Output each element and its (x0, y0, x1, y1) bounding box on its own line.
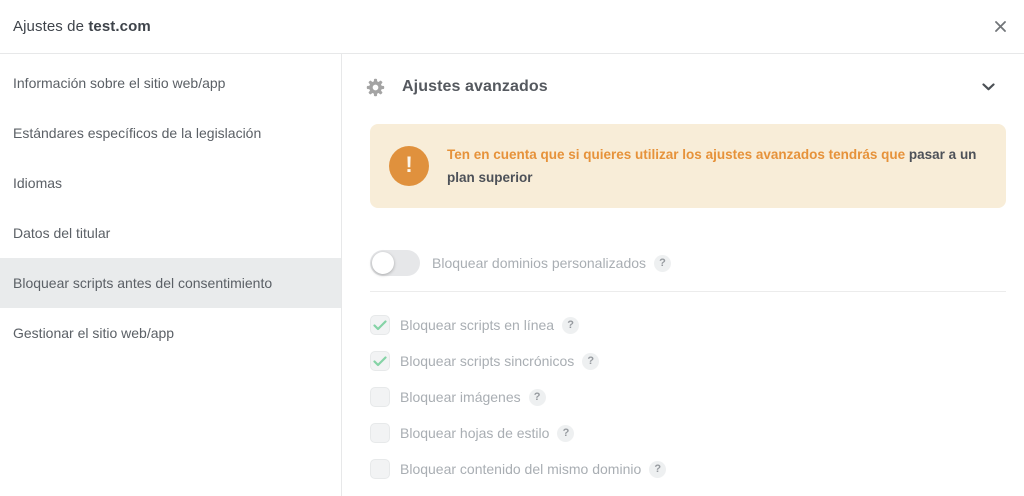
close-icon (995, 21, 1006, 32)
warning-text-highlight: Ten en cuenta que si quieres utilizar lo… (447, 147, 905, 162)
sidebar-item[interactable]: Gestionar el sitio web/app (0, 308, 341, 358)
checkbox-unchecked-icon[interactable] (370, 423, 390, 443)
sidebar-item[interactable]: Bloquear scripts antes del consentimient… (0, 258, 341, 308)
settings-modal: Ajustes de test.com Información sobre el… (0, 0, 1024, 496)
chevron-down-icon (982, 83, 995, 91)
help-badge-icon[interactable]: ? (649, 461, 666, 478)
gear-icon (366, 78, 385, 97)
help-badge-icon[interactable]: ? (529, 389, 546, 406)
help-badge-icon[interactable]: ? (562, 317, 579, 334)
checkbox-label: Bloquear scripts en línea (400, 317, 554, 333)
checkbox-label: Bloquear imágenes (400, 389, 521, 405)
sidebar-item[interactable]: Idiomas (0, 158, 341, 208)
checkbox-row: Bloquear scripts en línea? (370, 315, 1006, 335)
section-header[interactable]: Ajustes avanzados (366, 54, 1006, 104)
checkbox-label: Bloquear hojas de estilo (400, 425, 549, 441)
collapse-section-button[interactable] (980, 79, 996, 95)
close-button[interactable] (990, 17, 1010, 37)
modal-body: Información sobre el sitio web/appEstánd… (0, 54, 1024, 496)
checkbox-row: Bloquear contenido del mismo dominio? (370, 459, 1006, 479)
help-badge-icon[interactable]: ? (557, 425, 574, 442)
modal-header: Ajustes de test.com (0, 0, 1024, 54)
checkbox-label: Bloquear contenido del mismo dominio (400, 461, 641, 477)
main-panel: Ajustes avanzados ! Ten en cuenta que si… (342, 54, 1024, 496)
checkbox-unchecked-icon[interactable] (370, 387, 390, 407)
warning-icon: ! (389, 146, 429, 186)
warning-text: Ten en cuenta que si quieres utilizar lo… (447, 143, 982, 189)
checkbox-unchecked-icon[interactable] (370, 459, 390, 479)
upgrade-warning-banner: ! Ten en cuenta que si quieres utilizar … (370, 124, 1006, 208)
custom-domains-row: Bloquear dominios personalizados ? (370, 250, 1006, 276)
checkbox-checked-icon[interactable] (370, 351, 390, 371)
checkbox-row: Bloquear imágenes? (370, 387, 1006, 407)
sidebar-item[interactable]: Datos del titular (0, 208, 341, 258)
modal-title-prefix: Ajustes de (13, 18, 88, 35)
checkbox-label: Bloquear scripts sincrónicos (400, 353, 574, 369)
divider (370, 291, 1006, 292)
sidebar-item[interactable]: Información sobre el sitio web/app (0, 58, 341, 108)
section-title: Ajustes avanzados (402, 78, 548, 96)
sidebar-item[interactable]: Estándares específicos de la legislación (0, 108, 341, 158)
help-badge-icon[interactable]: ? (654, 255, 671, 272)
help-badge-icon[interactable]: ? (582, 353, 599, 370)
toggle-knob (372, 252, 394, 274)
toggle-label: Bloquear dominios personalizados (432, 255, 646, 271)
sidebar-menu: Información sobre el sitio web/appEstánd… (0, 54, 342, 496)
checkbox-row: Bloquear scripts sincrónicos? (370, 351, 1006, 371)
checkbox-row: Bloquear hojas de estilo? (370, 423, 1006, 443)
modal-title: Ajustes de test.com (13, 18, 151, 35)
site-name: test.com (88, 18, 151, 35)
checkbox-checked-icon[interactable] (370, 315, 390, 335)
block-custom-domains-toggle[interactable] (370, 250, 420, 276)
checkbox-list: Bloquear scripts en línea?Bloquear scrip… (370, 315, 1006, 479)
